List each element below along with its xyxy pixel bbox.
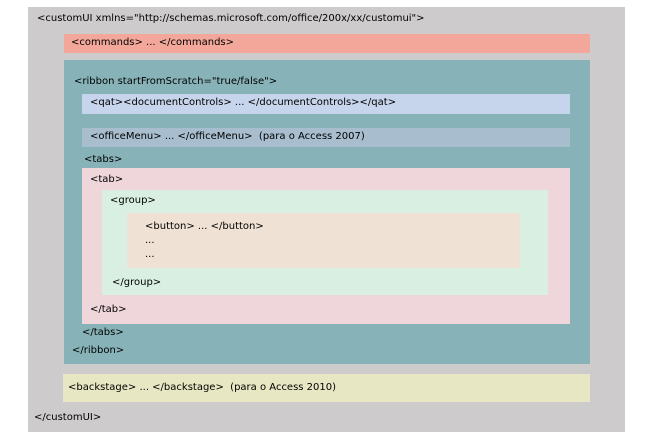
customui-open-tag: <customUI xmlns="http://schemas.microsof… [37,13,425,24]
button-ellipsis-2: ... [145,249,155,260]
button-ellipsis-1: ... [145,235,155,246]
ribbon-open-tag: <ribbon startFromScratch="true/false"> [74,76,278,87]
commands-tag: <commands> ... </commands> [71,37,235,48]
group-close-tag: </group> [112,277,162,288]
customui-close-tag: </customUI> [34,412,102,423]
tab-open-tag: <tab> [90,174,124,185]
backstage-tag: <backstage> ... </backstage> (para o Acc… [68,382,337,393]
button-tag: <button> ... </button> [145,221,264,232]
tabs-open-tag: <tabs> [84,154,123,165]
ribbon-close-tag: </ribbon> [72,345,125,356]
tab-close-tag: </tab> [90,304,127,315]
officemenu-tag: <officeMenu> ... </officeMenu> (para o A… [90,131,365,142]
tabs-close-tag: </tabs> [82,327,124,338]
qat-tag: <qat><documentControls> ... </documentCo… [90,97,397,108]
group-open-tag: <group> [110,195,156,206]
